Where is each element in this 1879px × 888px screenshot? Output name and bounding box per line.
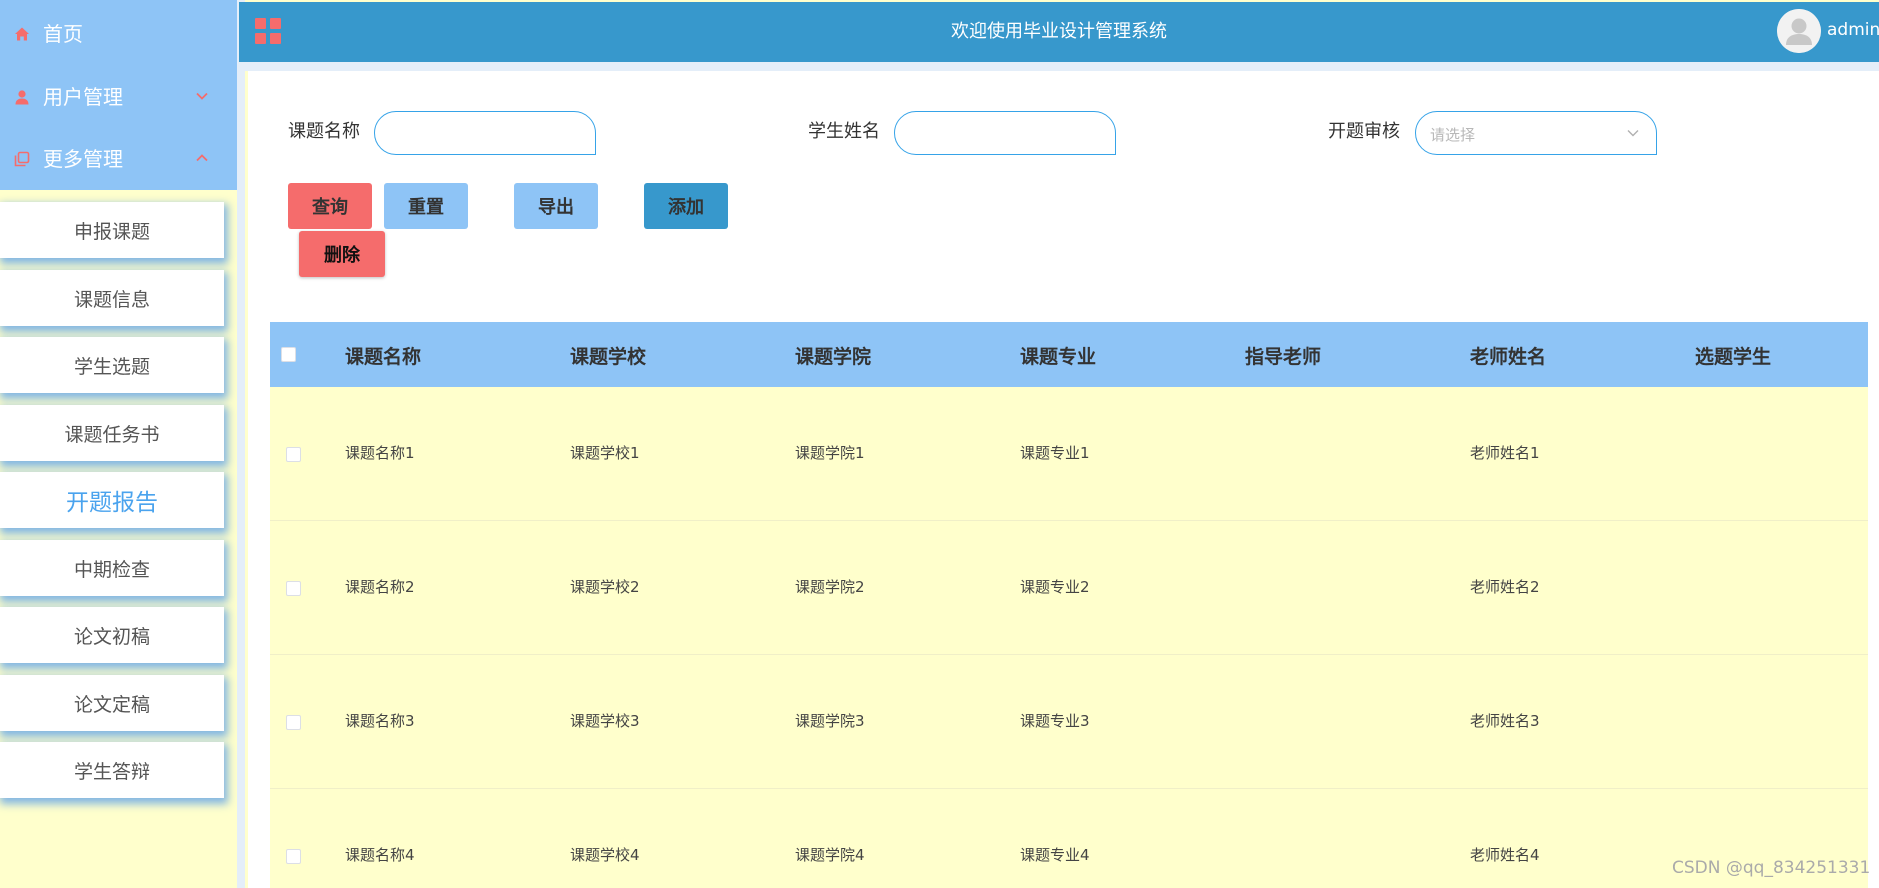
cell-teacher-name: 老师姓名4: [1470, 846, 1540, 864]
cell-topic-college: 课题学院1: [795, 444, 865, 462]
cell-topic-school: 课题学校4: [570, 846, 640, 864]
sidebar-item-student-selection[interactable]: 学生选题: [0, 337, 224, 393]
sidebar-border: [237, 0, 245, 888]
cell-topic-name: 课题名称3: [345, 712, 415, 730]
avatar-icon: [1777, 9, 1821, 53]
topic-name-input[interactable]: [374, 111, 596, 155]
sidebar-item-more-management[interactable]: 更多管理: [0, 128, 237, 190]
add-button[interactable]: 添加: [644, 183, 728, 229]
cell-topic-college: 课题学院2: [795, 578, 865, 596]
reset-button[interactable]: 重置: [384, 183, 468, 229]
sidebar: 首页 用户管理 更多管理 申报课题 课题信息 学生选题 课题任务书 开题报告 中…: [0, 0, 237, 888]
sidebar-item-label: 首页: [43, 22, 83, 46]
main-content: 课题名称 学生姓名 开题审核 请选择 查询 重置 导出 添加 删除 课题名称 课…: [248, 71, 1879, 888]
column-header[interactable]: 选题学生: [1695, 342, 1771, 369]
student-name-label: 学生姓名: [808, 121, 880, 142]
cell-topic-major: 课题专业3: [1020, 712, 1090, 730]
cell-topic-name: 课题名称1: [345, 444, 415, 462]
cell-topic-school: 课题学校3: [570, 712, 640, 730]
chevron-up-icon: [196, 154, 208, 162]
cell-teacher-name: 老师姓名2: [1470, 578, 1540, 596]
sidebar-item-midterm-check[interactable]: 中期检查: [0, 540, 224, 596]
query-button[interactable]: 查询: [288, 183, 372, 229]
avatar[interactable]: [1777, 9, 1821, 53]
cell-topic-college: 课题学院4: [795, 846, 865, 864]
sidebar-item-topic-info[interactable]: 课题信息: [0, 270, 224, 326]
username[interactable]: admin: [1827, 20, 1879, 40]
row-checkbox[interactable]: [286, 447, 301, 462]
user-icon: [15, 90, 29, 105]
row-checkbox[interactable]: [286, 581, 301, 596]
column-header[interactable]: 课题学校: [570, 342, 646, 369]
cell-teacher-name: 老师姓名1: [1470, 444, 1540, 462]
copy-icon: [14, 151, 30, 167]
row-checkbox[interactable]: [286, 849, 301, 864]
review-status-select[interactable]: 请选择: [1415, 111, 1657, 155]
top-header: 欢迎使用毕业设计管理系统 admin: [239, 2, 1879, 62]
cell-topic-school: 课题学校1: [570, 444, 640, 462]
sidebar-item-user-management[interactable]: 用户管理: [0, 66, 237, 128]
sidebar-menu: 首页 用户管理 更多管理: [0, 0, 237, 190]
column-header[interactable]: 指导老师: [1245, 342, 1321, 369]
sidebar-item-task-book[interactable]: 课题任务书: [0, 405, 224, 461]
watermark: CSDN @qq_834251331: [1672, 858, 1871, 878]
chevron-down-icon: [1627, 130, 1639, 137]
row-checkbox[interactable]: [286, 715, 301, 730]
sidebar-item-final-draft[interactable]: 论文定稿: [0, 675, 224, 731]
chevron-down-icon: [196, 92, 208, 100]
cell-topic-name: 课题名称2: [345, 578, 415, 596]
select-placeholder: 请选择: [1430, 126, 1476, 144]
cell-topic-college: 课题学院3: [795, 712, 865, 730]
cell-topic-major: 课题专业1: [1020, 444, 1090, 462]
page-title: 欢迎使用毕业设计管理系统: [951, 21, 1167, 42]
column-header[interactable]: 老师姓名: [1470, 342, 1546, 369]
grid-icon[interactable]: [255, 18, 281, 44]
cell-topic-major: 课题专业2: [1020, 578, 1090, 596]
sidebar-item-label: 更多管理: [43, 147, 123, 171]
sidebar-item-label: 用户管理: [43, 85, 123, 109]
cell-teacher-name: 老师姓名3: [1470, 712, 1540, 730]
table-row[interactable]: 课题名称4 课题学校4 课题学院4 课题专业4 老师姓名4: [270, 789, 1868, 888]
cell-topic-major: 课题专业4: [1020, 846, 1090, 864]
sidebar-item-apply-topic[interactable]: 申报课题: [0, 202, 224, 258]
table-header: 课题名称 课题学校 课题学院 课题专业 指导老师 老师姓名 选题学生: [270, 322, 1868, 387]
sidebar-item-defense[interactable]: 学生答辩: [0, 742, 224, 798]
student-name-input[interactable]: [894, 111, 1116, 155]
review-status-label: 开题审核: [1328, 121, 1400, 142]
table-row[interactable]: 课题名称2 课题学校2 课题学院2 课题专业2 老师姓名2: [270, 521, 1868, 655]
export-button[interactable]: 导出: [514, 183, 598, 229]
select-all-checkbox[interactable]: [281, 347, 296, 362]
cell-topic-name: 课题名称4: [345, 846, 415, 864]
column-header[interactable]: 课题名称: [345, 342, 421, 369]
header-divider: [239, 62, 1879, 71]
home-icon: [15, 27, 29, 41]
sidebar-item-opening-report[interactable]: 开题报告: [0, 472, 224, 528]
delete-button[interactable]: 删除: [299, 231, 385, 277]
cell-topic-school: 课题学校2: [570, 578, 640, 596]
table-row[interactable]: 课题名称1 课题学校1 课题学院1 课题专业1 老师姓名1: [270, 387, 1868, 521]
sidebar-item-first-draft[interactable]: 论文初稿: [0, 607, 224, 663]
topic-name-label: 课题名称: [288, 121, 360, 142]
column-header[interactable]: 课题学院: [795, 342, 871, 369]
column-header[interactable]: 课题专业: [1020, 342, 1096, 369]
sidebar-item-home[interactable]: 首页: [0, 3, 237, 65]
table-row[interactable]: 课题名称3 课题学校3 课题学院3 课题专业3 老师姓名3: [270, 655, 1868, 789]
